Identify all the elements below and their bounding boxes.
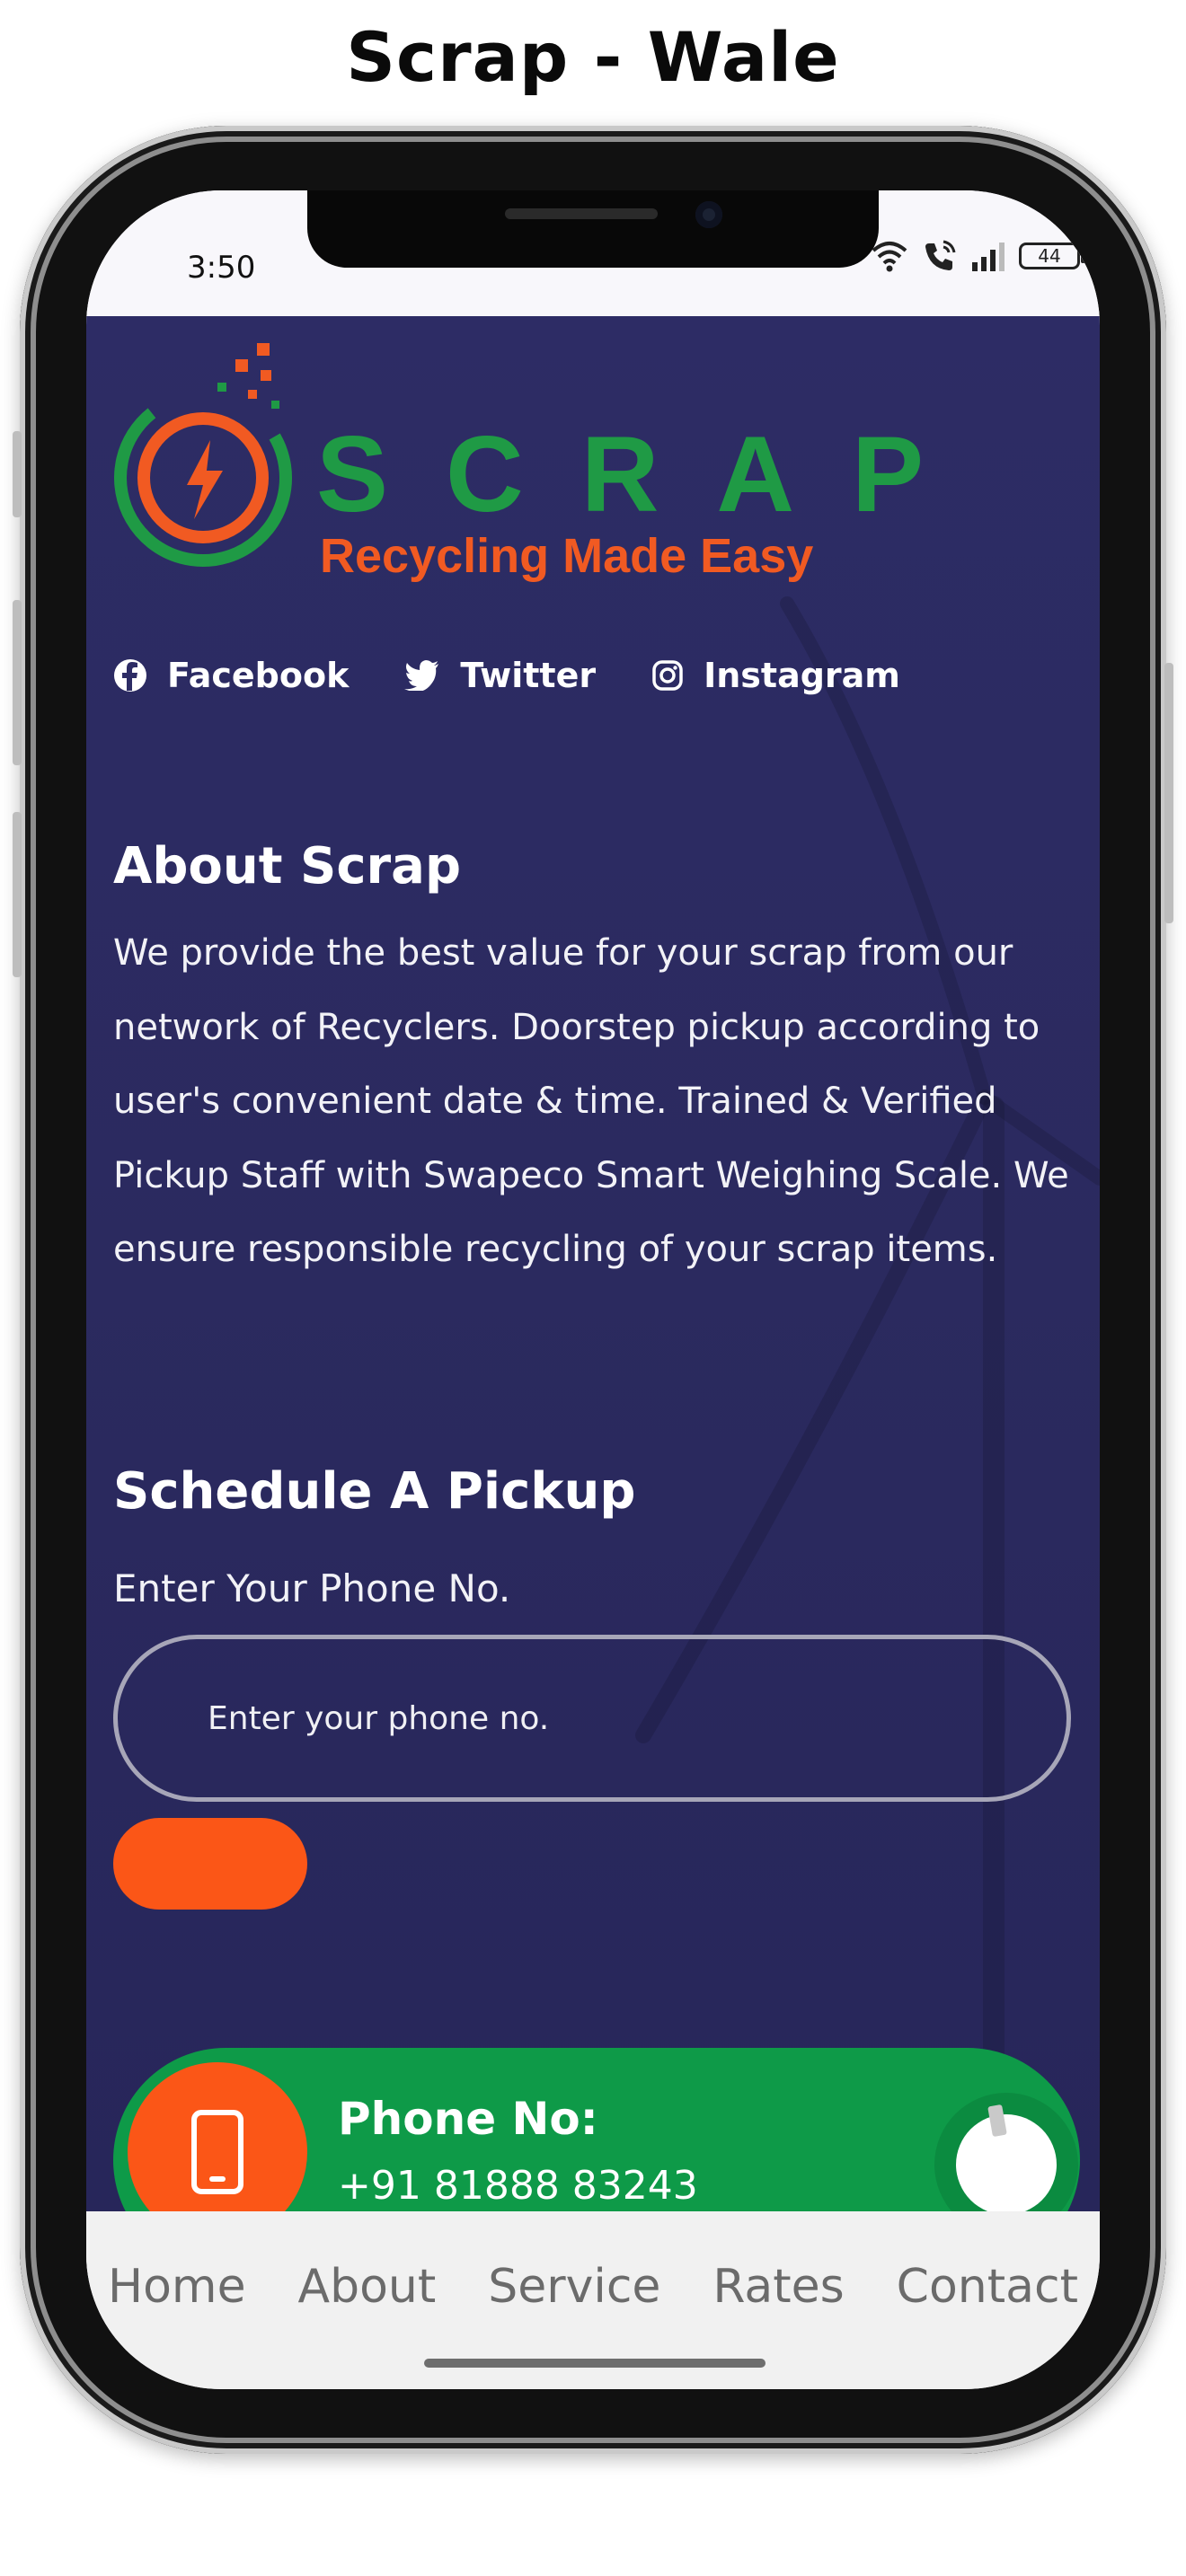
wifi-calling-icon [925,240,956,270]
phone-icon-badge [128,2062,307,2211]
contact-phone-number[interactable]: +91 81888 83243 [338,2163,698,2209]
phone-power-button [1164,663,1173,923]
twitter-label: Twitter [460,656,597,695]
phone-screen: 3:50 44 SCRAP Recycling Made Easy Facebo… [86,190,1100,2389]
about-heading: About Scrap [113,837,462,895]
instagram-link[interactable]: Instagram [651,656,900,695]
phone-notch [307,190,879,268]
phone-volume-down [13,812,22,977]
logo-tagline: Recycling Made Easy [320,529,814,583]
schedule-heading: Schedule A Pickup [113,1462,636,1521]
instagram-label: Instagram [704,656,900,695]
loader-icon [956,2114,1057,2211]
recycle-power-logo-icon [114,343,292,567]
status-icons: 44 [870,235,1085,277]
contact-phone-card[interactable]: Phone No: +91 81888 83243 [113,2048,1080,2211]
facebook-link[interactable]: Facebook [113,656,349,695]
social-links: Facebook Twitter Instagram [113,656,900,695]
phone-input-label: Enter Your Phone No. [113,1566,511,1610]
twitter-icon [404,660,439,691]
about-text: We provide the best value for your scrap… [113,932,1069,1270]
notch-speaker [505,208,658,219]
mobile-phone-icon [191,2110,243,2194]
battery-level: 44 [1038,245,1061,267]
nav-item-service[interactable]: Service [488,2263,660,2389]
scrap-logo: SCRAP Recycling Made Easy [113,343,924,580]
facebook-icon [114,659,146,692]
status-time: 3:50 [187,250,256,286]
phone-input[interactable] [113,1635,1071,1802]
logo-wordmark: SCRAP [316,414,982,534]
facebook-label: Facebook [167,656,350,695]
signal-icon [972,243,1005,271]
web-content: SCRAP Recycling Made Easy Facebook Twitt… [86,316,1100,2211]
wifi-icon [872,242,907,272]
status-bar: 3:50 44 [86,190,1100,316]
home-indicator[interactable] [424,2359,766,2368]
page-title: Scrap - Wale [346,17,840,97]
nav-item-about[interactable]: About [298,2263,437,2389]
battery-indicator: 44 [1019,243,1085,269]
nav-item-home[interactable]: Home [108,2263,246,2389]
nav-item-contact[interactable]: Contact [897,2263,1078,2389]
floating-action-button[interactable] [934,2093,1078,2211]
instagram-icon [652,660,683,691]
nav-item-rates[interactable]: Rates [712,2263,844,2389]
contact-title: Phone No: [338,2093,598,2145]
twitter-link[interactable]: Twitter [404,656,596,695]
phone-mute-switch [13,431,22,517]
phone-volume-up [13,600,22,765]
front-camera [695,201,722,228]
schedule-submit-button[interactable] [113,1818,307,1910]
